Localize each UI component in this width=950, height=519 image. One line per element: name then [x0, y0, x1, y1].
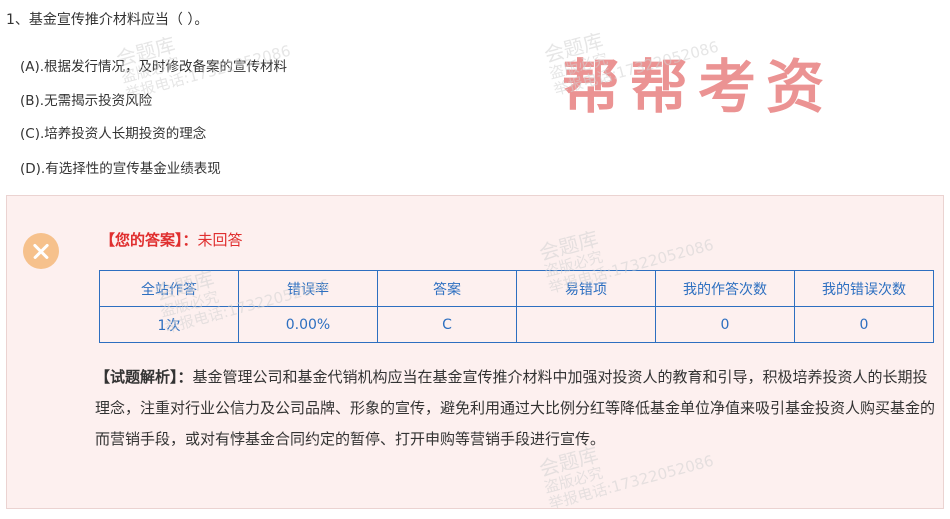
stats-value-cell: 0 — [655, 306, 795, 343]
stats-value-cell: 0.00% — [238, 306, 378, 343]
stats-value-cell: C — [377, 306, 517, 343]
your-answer-label: 【您的答案】： — [100, 231, 198, 249]
analysis-text: 基金管理公司和基金代销机构应当在基金宣传推介材料中加强对投资人的教育和引导，积极… — [95, 368, 936, 448]
option-d[interactable]: (D).有选择性的宣传基金业绩表现 — [20, 157, 221, 177]
stats-header-cell: 我的作答次数 — [655, 270, 795, 307]
stats-value-cell: 0 — [794, 306, 934, 343]
stats-value-cell — [516, 306, 656, 343]
analysis-label: 【试题解析】： — [95, 368, 193, 386]
analysis: 【试题解析】：基金管理公司和基金代销机构应当在基金宣传推介材料中加强对投资人的教… — [95, 362, 935, 455]
your-answer-value: 未回答 — [197, 231, 243, 249]
question-title: 1、基金宣传推介材料应当（ ）。 — [6, 12, 209, 28]
stats-header-cell: 答案 — [377, 270, 517, 307]
question-block: 1、基金宣传推介材料应当（ ）。 (A).根据发行情况，及时修改备案的宣传材料 … — [0, 0, 950, 195]
your-answer: 【您的答案】：未回答 — [100, 229, 243, 250]
option-c[interactable]: (C).培养投资人长期投资的理念 — [20, 122, 206, 142]
answer-panel: 【您的答案】：未回答 全站作答 错误率 答案 易错项 我的作答次数 我的错误次数… — [6, 195, 944, 513]
stats-header-cell: 我的错误次数 — [794, 270, 934, 307]
close-icon — [23, 233, 59, 269]
